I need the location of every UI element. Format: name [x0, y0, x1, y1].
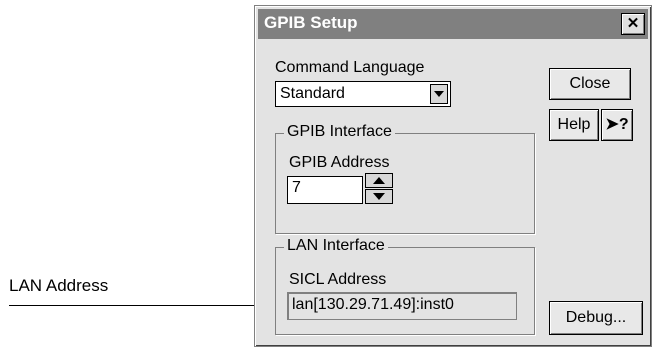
close-button[interactable]: Close	[549, 68, 631, 100]
callout-leader-line	[9, 305, 287, 306]
sicl-address-field[interactable]: lan[130.29.71.49]:inst0	[287, 292, 517, 320]
pointer-question-icon: ➤	[605, 116, 619, 133]
callout-lan-address: LAN Address	[9, 276, 109, 295]
close-icon[interactable]: ✕	[621, 13, 645, 35]
title-bar: GPIB Setup ✕	[258, 9, 648, 39]
lan-interface-group: LAN Interface	[275, 237, 535, 335]
help-button[interactable]: Help	[549, 109, 599, 141]
command-language-label: Command Language	[275, 59, 425, 76]
command-language-select[interactable]: Standard	[275, 81, 451, 107]
chevron-down-icon[interactable]	[430, 84, 448, 104]
debug-button[interactable]: Debug...	[549, 301, 643, 335]
whats-this-help-button[interactable]: ➤?	[601, 109, 633, 141]
spinner-down-icon[interactable]	[365, 189, 393, 204]
gpib-setup-dialog: GPIB Setup ✕ Command Language Standard G…	[254, 5, 652, 347]
command-language-value: Standard	[280, 85, 345, 102]
gpib-interface-title: GPIB Interface	[284, 123, 395, 141]
gpib-address-label: GPIB Address	[289, 154, 390, 171]
lan-interface-title: LAN Interface	[284, 237, 388, 255]
dialog-title: GPIB Setup	[264, 13, 358, 32]
spinner-up-icon[interactable]	[365, 173, 393, 188]
gpib-address-input[interactable]: 7	[287, 176, 363, 204]
gpib-address-spinner[interactable]	[365, 173, 393, 205]
sicl-address-label: SICL Address	[289, 271, 387, 288]
